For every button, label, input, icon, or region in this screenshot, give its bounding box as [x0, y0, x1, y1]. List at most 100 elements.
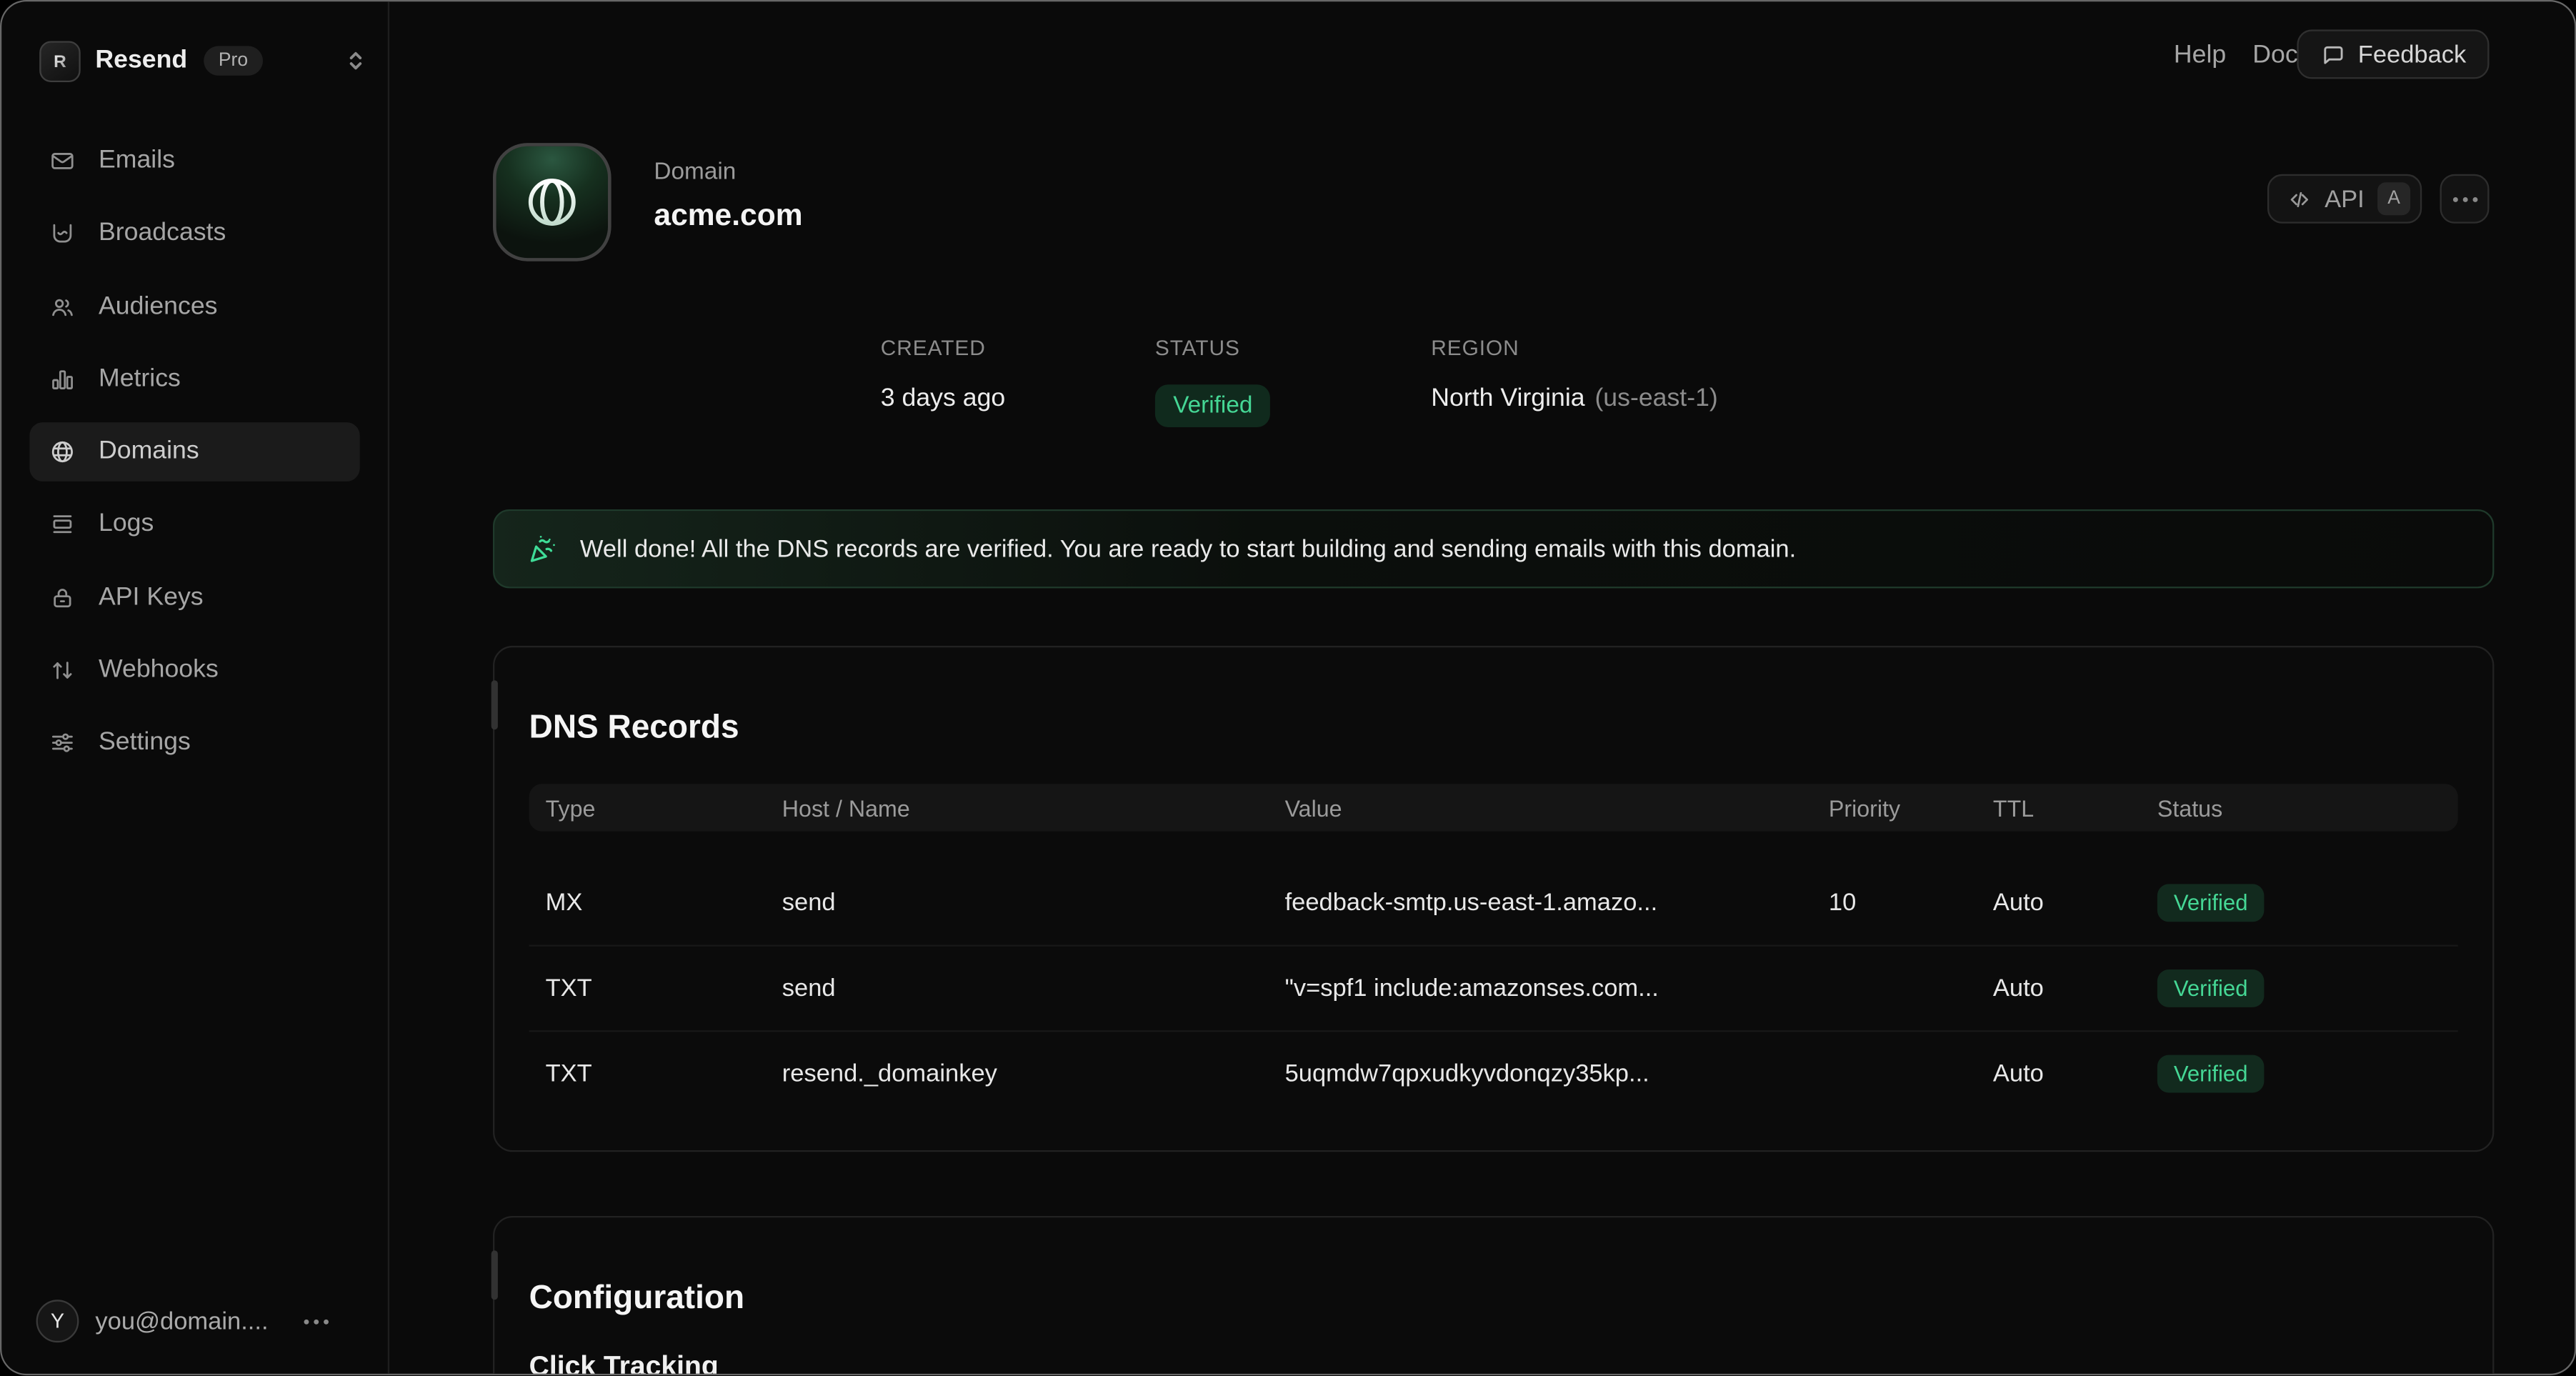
sidebar-item-api-keys[interactable]: API Keys — [29, 568, 359, 627]
column-header-status: Status — [2157, 794, 2458, 821]
meta-region: REGION North Virginia (us-east-1) — [1431, 335, 1717, 414]
sidebar-item-label: Metrics — [99, 364, 181, 394]
user-menu-ellipsis-icon[interactable] — [304, 1319, 329, 1324]
page-title: acme.com — [654, 197, 802, 234]
table-row[interactable]: MX send feedback-smtp.us-east-1.amazo...… — [529, 859, 2458, 945]
sidebar-item-metrics[interactable]: Metrics — [29, 350, 359, 409]
sidebar-item-label: Domains — [99, 437, 199, 467]
sidebar-item-logs[interactable]: Logs — [29, 495, 359, 554]
logs-icon — [49, 512, 76, 538]
sidebar-item-label: API Keys — [99, 583, 204, 612]
workspace-switcher[interactable]: R Resend Pro — [39, 31, 364, 91]
meta-status: STATUS Verified — [1155, 335, 1271, 427]
globe-icon — [522, 173, 581, 232]
status-label: STATUS — [1155, 335, 1271, 360]
cell-priority: 10 — [1829, 888, 1993, 916]
mail-icon — [49, 148, 76, 174]
api-shortcut-badge: A — [2377, 182, 2410, 215]
created-value: 3 days ago — [881, 384, 1005, 414]
region-code: (us-east-1) — [1594, 384, 1717, 414]
column-header-priority: Priority — [1829, 794, 1993, 821]
globe-icon — [49, 439, 76, 466]
user-email: you@domain.... — [95, 1307, 268, 1335]
sidebar-item-audiences[interactable]: Audiences — [29, 277, 359, 336]
sidebar-nav: Emails Broadcasts — [29, 131, 359, 787]
avatar: Y — [36, 1300, 79, 1342]
click-tracking-label: Click Tracking — [529, 1351, 719, 1376]
feedback-button[interactable]: Feedback — [2297, 29, 2490, 79]
sidebar-item-label: Emails — [99, 146, 175, 176]
card-accent-notch — [491, 680, 498, 729]
cell-type: TXT — [546, 1060, 782, 1088]
created-label: CREATED — [881, 335, 1005, 360]
workspace-name: Resend — [95, 46, 187, 75]
api-button[interactable]: API A — [2267, 174, 2422, 224]
card-accent-notch — [491, 1250, 498, 1300]
cell-host: resend._domainkey — [782, 1060, 1285, 1088]
verified-badge: Verified — [2157, 1055, 2265, 1093]
configuration-card: Configuration Click Tracking — [493, 1216, 2494, 1376]
table-row[interactable]: TXT resend._domainkey 5uqmdw7qpxudkyvdon… — [529, 1030, 2458, 1116]
sidebar-item-label: Settings — [99, 729, 191, 758]
party-popper-icon — [527, 532, 560, 565]
table-row[interactable]: TXT send "v=spf1 include:amazonses.com..… — [529, 945, 2458, 1031]
more-options-button[interactable] — [2440, 174, 2490, 224]
cell-type: MX — [546, 888, 782, 916]
configuration-title: Configuration — [529, 1280, 745, 1317]
ellipsis-icon — [2452, 196, 2477, 201]
main-content: Help Docs Feedback — [389, 1, 2575, 1374]
sidebar: R Resend Pro Emails — [1, 1, 389, 1374]
verified-badge: Verified — [2157, 969, 2265, 1007]
user-account-row[interactable]: Y you@domain.... — [36, 1300, 365, 1342]
cell-value: feedback-smtp.us-east-1.amazo... — [1285, 888, 1829, 916]
cell-value: "v=spf1 include:amazonses.com... — [1285, 974, 1829, 1002]
region-value: North Virginia — [1431, 384, 1584, 414]
plan-badge: Pro — [204, 46, 263, 75]
status-badge: Verified — [1155, 384, 1271, 427]
table-header: Type Host / Name Value Priority TTL Stat… — [529, 784, 2458, 832]
api-button-label: API — [2325, 185, 2365, 213]
resend-logo: R — [39, 40, 81, 81]
sliders-icon — [49, 730, 76, 757]
sidebar-item-label: Webhooks — [99, 656, 219, 685]
sidebar-item-label: Logs — [99, 510, 154, 539]
cell-host: send — [782, 974, 1285, 1002]
cell-type: TXT — [546, 974, 782, 1002]
column-header-ttl: TTL — [1993, 794, 2157, 821]
broadcast-icon — [49, 221, 76, 247]
dns-records-title: DNS Records — [529, 709, 739, 747]
cell-host: send — [782, 888, 1285, 916]
meta-created: CREATED 3 days ago — [881, 335, 1005, 414]
verified-badge: Verified — [2157, 883, 2265, 921]
cell-ttl: Auto — [1993, 1060, 2157, 1088]
sidebar-item-settings[interactable]: Settings — [29, 714, 359, 773]
sidebar-item-domains[interactable]: Domains — [29, 423, 359, 482]
arrows-up-down-icon — [49, 657, 76, 684]
feedback-label: Feedback — [2358, 40, 2467, 68]
svg-text:R: R — [54, 51, 66, 71]
success-banner: Well done! All the DNS records are verif… — [493, 509, 2494, 588]
speech-bubble-icon — [2320, 42, 2345, 67]
sidebar-item-webhooks[interactable]: Webhooks — [29, 641, 359, 700]
dns-records-card: DNS Records Type Host / Name Value Prior… — [493, 646, 2494, 1152]
workspace-switcher-icon[interactable] — [346, 49, 364, 72]
table-body: MX send feedback-smtp.us-east-1.amazo...… — [529, 859, 2458, 1116]
column-header-host: Host / Name — [782, 794, 1285, 821]
domain-kicker: Domain — [654, 159, 736, 186]
sidebar-item-emails[interactable]: Emails — [29, 131, 359, 191]
column-header-value: Value — [1285, 794, 1829, 821]
column-header-type: Type — [546, 794, 782, 821]
domain-avatar — [493, 143, 611, 261]
sidebar-item-label: Audiences — [99, 291, 217, 321]
users-icon — [49, 294, 76, 320]
cell-ttl: Auto — [1993, 974, 2157, 1002]
sidebar-item-broadcasts[interactable]: Broadcasts — [29, 204, 359, 264]
lock-icon — [49, 584, 76, 611]
code-icon — [2287, 186, 2312, 211]
help-link[interactable]: Help — [2174, 41, 2226, 71]
app-window: R Resend Pro Emails — [0, 0, 2576, 1376]
banner-text: Well done! All the DNS records are verif… — [580, 535, 1796, 563]
cell-value: 5uqmdw7qpxudkyvdonqzy35kp... — [1285, 1060, 1829, 1088]
bar-chart-icon — [49, 367, 76, 393]
sidebar-item-label: Broadcasts — [99, 219, 226, 249]
